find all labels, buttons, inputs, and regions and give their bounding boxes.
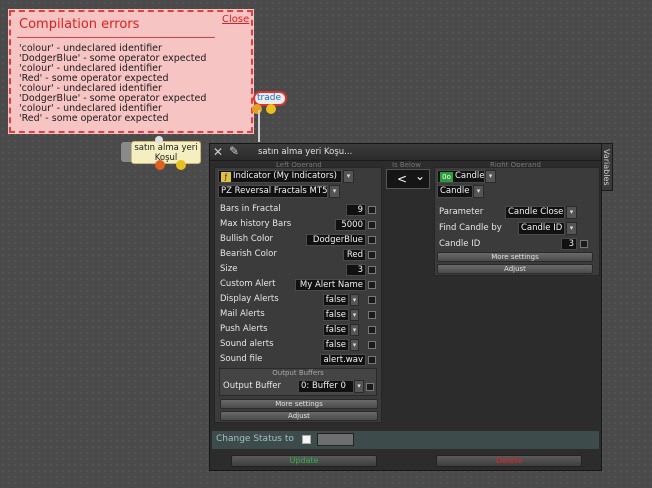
left-type-value: Indicator (My Indicators): [233, 171, 337, 181]
panel-title: satın alma yeri Koşu...: [258, 147, 353, 157]
chevron-down-icon[interactable]: ▾: [343, 170, 354, 183]
param-checkbox[interactable]: [368, 236, 376, 244]
chevron-down-icon[interactable]: ▾: [566, 206, 577, 219]
buy-node-label: satın alma yeri Koşul: [134, 143, 198, 163]
param-label: Mail Alerts: [220, 309, 265, 319]
errors-close-link[interactable]: Close: [222, 14, 249, 25]
pin-icon[interactable]: ✎: [229, 144, 239, 158]
panel-header: ✕ ✎ satın alma yeri Koşu...: [210, 144, 601, 161]
chevron-down-icon[interactable]: ▾: [566, 222, 577, 235]
condition-editor-panel: ✕ ✎ satın alma yeri Koşu... Left Operand…: [209, 143, 602, 471]
param-label: Bars in Fractal: [220, 204, 281, 214]
comparison-operator-select[interactable]: < ⌄: [386, 169, 430, 189]
errors-list: 'colour' - undeclared identifier 'Dodger…: [19, 44, 206, 124]
change-status-bar: Change Status to: [212, 431, 599, 449]
mail-alerts-select[interactable]: false: [323, 309, 349, 321]
chevron-down-icon[interactable]: ▾: [350, 324, 359, 336]
param-label: Bullish Color: [220, 234, 274, 244]
error-message: 'Red' - some operator expected: [19, 113, 169, 124]
param-checkbox[interactable]: [368, 311, 376, 319]
candle-icon: 0o: [440, 172, 453, 182]
chevron-down-icon[interactable]: ▾: [329, 185, 340, 198]
left-adjust-button[interactable]: Adjust: [220, 411, 378, 421]
param-label: Size: [220, 264, 238, 274]
push-alerts-select[interactable]: false: [323, 324, 349, 336]
param-label: Bearish Color: [220, 249, 277, 259]
status-color-swatch[interactable]: [317, 433, 354, 446]
chevron-down-icon[interactable]: ▾: [350, 294, 359, 306]
operator-symbol: <: [397, 172, 408, 186]
param-checkbox[interactable]: [368, 341, 376, 349]
chevron-down-icon[interactable]: ▾: [354, 380, 364, 393]
candle-select[interactable]: Candle: [437, 185, 473, 198]
output-buffer-checkbox[interactable]: [366, 383, 374, 391]
bearish-color-input[interactable]: Red: [343, 249, 366, 261]
sound-file-input[interactable]: alert.wav: [320, 354, 366, 366]
chevron-down-icon: ⌄: [415, 169, 426, 183]
param-checkbox[interactable]: [368, 356, 376, 364]
output-buffers-heading: Output Buffers: [272, 369, 324, 377]
bars-in-fractal-input[interactable]: 9: [346, 204, 366, 216]
close-icon[interactable]: ✕: [213, 145, 223, 159]
buy-node-handle[interactable]: [121, 142, 131, 162]
output-buffers-panel: Output Buffers Output Buffer 0: Buffer 0…: [219, 368, 377, 396]
indicator-select[interactable]: PZ Reversal Fractals MT5: [218, 185, 328, 198]
left-type-select[interactable]: ƒ Indicator (My Indicators): [218, 170, 342, 183]
buy-node-output-dot[interactable]: [176, 160, 186, 170]
buy-condition-node[interactable]: satın alma yeri Koşul: [131, 141, 201, 164]
parameter-select[interactable]: Candle Close: [505, 206, 565, 219]
find-candle-by-select[interactable]: Candle ID: [518, 222, 565, 235]
param-checkbox[interactable]: [368, 281, 376, 289]
delete-button[interactable]: Delete: [436, 455, 582, 467]
right-adjust-button[interactable]: Adjust: [437, 264, 593, 274]
trade-node-connector-dot[interactable]: [266, 104, 276, 114]
buy-node-output-dot[interactable]: [155, 160, 165, 170]
compilation-errors-popup: Compilation errors Close 'colour' - unde…: [9, 10, 253, 133]
param-checkbox[interactable]: [368, 326, 376, 334]
left-more-settings-button[interactable]: More settings: [220, 399, 378, 409]
chevron-down-icon[interactable]: ▾: [350, 339, 359, 351]
candle-id-input[interactable]: 3: [561, 238, 577, 250]
left-operand-box: ƒ Indicator (My Indicators) ▾ PZ Reversal…: [214, 167, 382, 423]
change-status-checkbox[interactable]: [302, 435, 311, 444]
chevron-down-icon[interactable]: ▾: [350, 309, 359, 321]
param-checkbox[interactable]: [368, 206, 376, 214]
right-type-value: Candle: [455, 171, 485, 181]
trade-node-connector-dot[interactable]: [252, 104, 262, 114]
param-label: Find Candle by: [439, 223, 502, 233]
param-label: Candle ID: [439, 239, 481, 249]
buy-node-input-dot[interactable]: [155, 136, 163, 144]
param-checkbox[interactable]: [368, 266, 376, 274]
param-label: Max history Bars: [220, 219, 292, 229]
output-buffer-label: Output Buffer: [223, 381, 282, 391]
param-checkbox[interactable]: [368, 296, 376, 304]
right-operand-box: 0o Candle ▾ Candle ▾ Parameter Candle Clo…: [434, 167, 600, 276]
errors-title: Compilation errors: [19, 17, 140, 32]
sound-alerts-select[interactable]: false: [323, 339, 349, 351]
right-more-settings-button[interactable]: More settings: [437, 252, 593, 262]
custom-alert-input[interactable]: My Alert Name: [295, 279, 366, 291]
update-button[interactable]: Update: [231, 455, 377, 467]
param-label: Display Alerts: [220, 294, 279, 304]
bullish-color-input[interactable]: DodgerBlue: [306, 234, 366, 246]
change-status-label: Change Status to: [216, 434, 294, 444]
display-alerts-select[interactable]: false: [323, 294, 349, 306]
flow-connector-line: [258, 110, 260, 142]
param-label: Custom Alert: [220, 279, 276, 289]
param-checkbox[interactable]: [368, 251, 376, 259]
chevron-down-icon[interactable]: ▾: [473, 185, 484, 198]
param-checkbox[interactable]: [368, 221, 376, 229]
indicator-icon: ƒ: [221, 172, 231, 182]
param-label: Sound file: [220, 354, 263, 364]
right-type-select[interactable]: 0o Candle: [437, 170, 485, 183]
errors-divider: [17, 37, 215, 38]
chevron-down-icon[interactable]: ▾: [485, 170, 496, 183]
output-buffer-select[interactable]: 0: Buffer 0: [298, 380, 354, 393]
param-checkbox[interactable]: [580, 240, 588, 248]
param-label: Parameter: [439, 207, 484, 217]
param-label: Sound alerts: [220, 339, 274, 349]
param-label: Push Alerts: [220, 324, 268, 334]
max-history-bars-input[interactable]: 5000: [335, 219, 366, 231]
size-input[interactable]: 3: [346, 264, 366, 276]
